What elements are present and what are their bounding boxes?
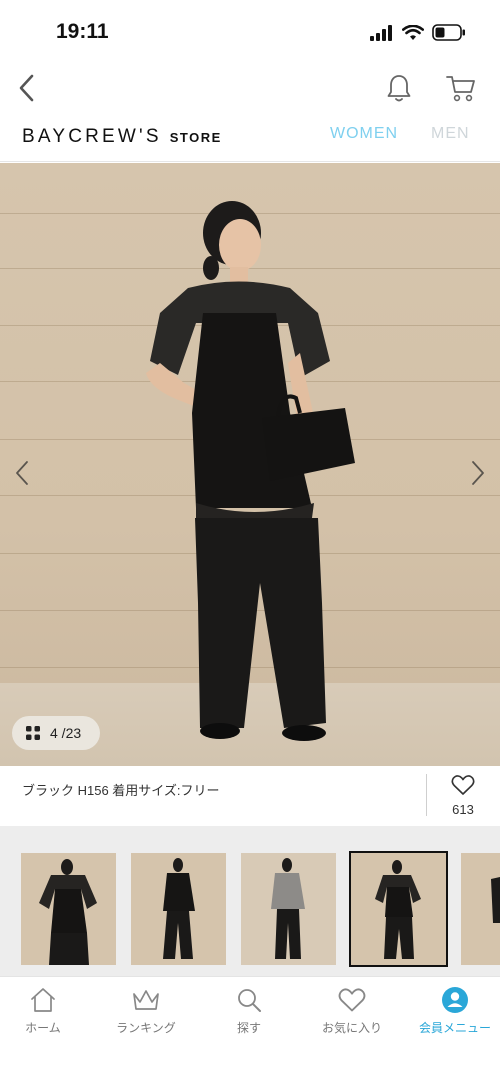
home-icon xyxy=(31,988,55,1012)
chevron-left-icon xyxy=(19,74,34,102)
thumbnail-strip xyxy=(0,826,500,976)
tab-men[interactable]: MEN xyxy=(431,125,470,143)
status-icons xyxy=(370,24,466,41)
image-caption-row: ブラック H156 着用サイズ:フリー 613 xyxy=(0,766,500,826)
chevron-right-icon xyxy=(472,461,484,485)
tab-search[interactable]: 探す xyxy=(199,985,299,1036)
top-nav xyxy=(0,62,500,116)
carousel-prev-button[interactable] xyxy=(8,455,36,491)
heart-icon xyxy=(338,988,366,1012)
favorite-count: 613 xyxy=(452,802,474,817)
grid-icon xyxy=(26,726,40,740)
image-counter-button[interactable]: 4 /23 xyxy=(12,716,100,750)
model-photo xyxy=(146,201,355,741)
status-time: 19:11 xyxy=(56,20,109,43)
back-button[interactable] xyxy=(10,70,42,106)
tab-favorites[interactable]: お気に入り xyxy=(302,985,402,1036)
brand-sub: STORE xyxy=(169,130,222,145)
thumbnail-item[interactable] xyxy=(461,853,500,965)
bottom-tab-bar: ホーム ランキング 探す お気に入り 会員メニュー xyxy=(0,976,500,1080)
crown-icon xyxy=(133,990,159,1010)
tab-ranking[interactable]: ランキング xyxy=(96,985,196,1036)
account-icon xyxy=(442,987,468,1013)
wifi-icon xyxy=(402,24,424,40)
cart-icon xyxy=(446,76,475,102)
status-bar: 19:11 xyxy=(0,0,500,62)
tab-member-menu[interactable]: 会員メニュー xyxy=(405,985,500,1036)
carousel-next-button[interactable] xyxy=(464,455,492,491)
tab-search-label: 探す xyxy=(236,1021,261,1035)
chevron-left-icon xyxy=(16,461,28,485)
tab-women[interactable]: WOMEN xyxy=(330,125,398,143)
thumbnail-item-selected[interactable] xyxy=(349,851,448,967)
tab-member-menu-label: 会員メニュー xyxy=(418,1021,491,1035)
thumbnail-item[interactable] xyxy=(21,853,116,965)
brand-name: BAYCREW'S xyxy=(22,126,162,147)
bell-icon xyxy=(387,75,411,102)
product-image-carousel[interactable]: 4 /23 xyxy=(0,163,500,766)
tab-home-label: ホーム xyxy=(25,1021,61,1035)
battery-icon xyxy=(432,24,465,41)
heart-icon xyxy=(451,775,475,795)
tab-favorites-label: お気に入り xyxy=(321,1021,382,1035)
tab-ranking-label: ランキング xyxy=(116,1021,176,1035)
thumbnail-item[interactable] xyxy=(241,853,336,965)
notification-button[interactable] xyxy=(384,70,414,106)
image-counter-text: 4 /23 xyxy=(50,725,82,741)
favorite-button[interactable]: 613 xyxy=(440,774,486,817)
thumbnail-item[interactable] xyxy=(131,853,226,965)
brand-logo[interactable]: BAYCREW'S STORE xyxy=(22,126,222,148)
divider xyxy=(426,774,427,816)
cart-button[interactable] xyxy=(444,70,478,106)
brand-header: BAYCREW'S STORE WOMEN MEN xyxy=(0,116,500,162)
search-icon xyxy=(238,989,261,1012)
signal-icon xyxy=(370,24,392,41)
tab-home[interactable]: ホーム xyxy=(0,985,93,1036)
image-caption: ブラック H156 着用サイズ:フリー xyxy=(22,783,220,798)
